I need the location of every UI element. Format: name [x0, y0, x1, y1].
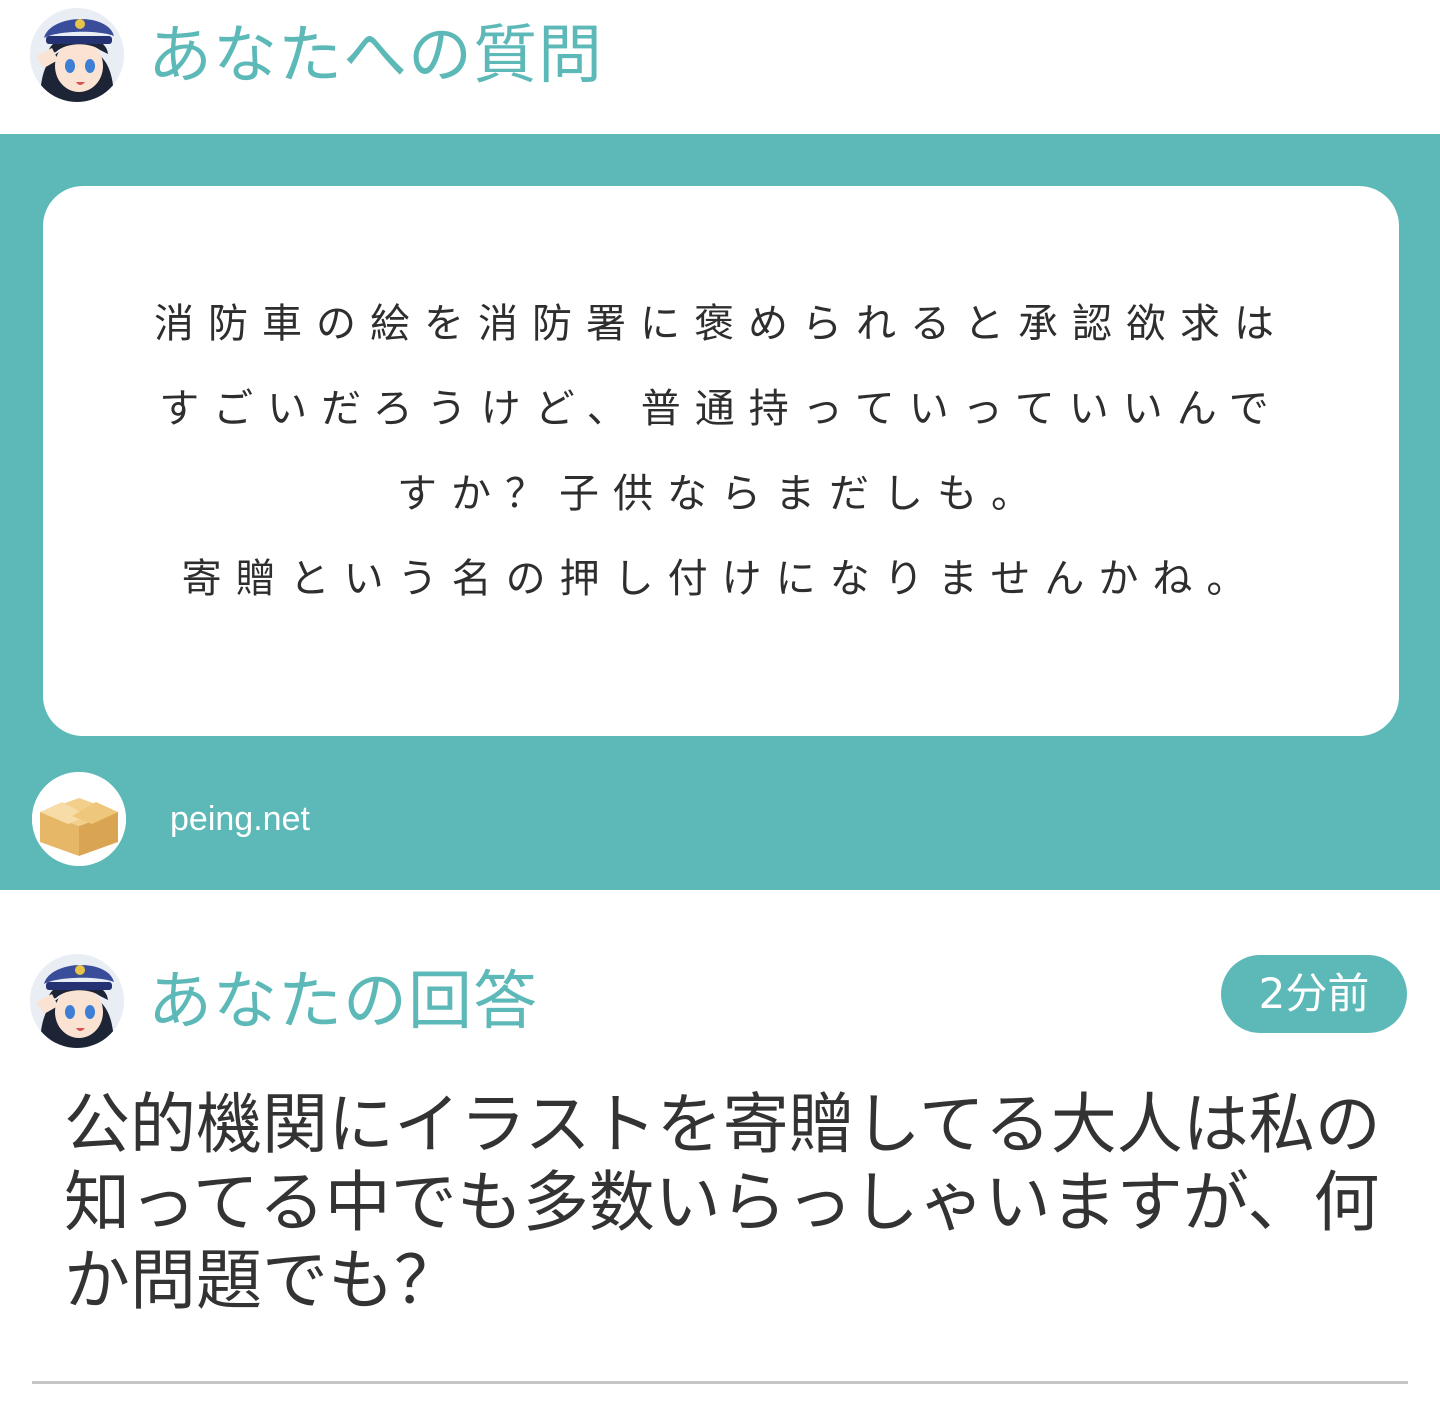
- answer-text: 公的機関にイラストを寄贈してる大人は私の 知ってる中でも多数いらっしゃいますが、…: [64, 1086, 1381, 1320]
- timestamp-badge: 2分前: [1221, 955, 1407, 1033]
- police-girl-avatar-icon[interactable]: [30, 954, 124, 1048]
- answer-section-title: あなたの回答: [148, 965, 538, 1039]
- answer-line: か問題でも？: [64, 1242, 460, 1319]
- question-panel: 消防車の絵を消防署に褒められると承認欲求は すごいだろうけど、普通持っていってい…: [0, 134, 1440, 890]
- question-line: すか？子供ならまだしも。: [397, 471, 1045, 517]
- answer-line: 公的機関にイラストを寄贈してる大人は私の: [64, 1086, 1381, 1163]
- cardboard-box-icon: [32, 772, 126, 866]
- source-label[interactable]: peing.net: [170, 800, 310, 839]
- question-line: すごいだろうけど、普通持っていっていいんで: [159, 386, 1283, 432]
- question-line: 寄贈という名の押し付けになりませんかね。: [181, 556, 1261, 602]
- answer-line: 知ってる中でも多数いらっしゃいますが、何: [64, 1164, 1380, 1241]
- question-header: あなたへの質問: [0, 0, 1440, 134]
- police-girl-avatar-icon[interactable]: [30, 8, 124, 102]
- question-line: 消防車の絵を消防署に褒められると承認欲求は: [154, 301, 1288, 347]
- question-section-title: あなたへの質問: [148, 19, 603, 93]
- divider: [32, 1381, 1408, 1384]
- question-text: 消防車の絵を消防署に褒められると承認欲求は すごいだろうけど、普通持っていってい…: [43, 282, 1399, 622]
- question-card[interactable]: 消防車の絵を消防署に褒められると承認欲求は すごいだろうけど、普通持っていってい…: [43, 186, 1399, 736]
